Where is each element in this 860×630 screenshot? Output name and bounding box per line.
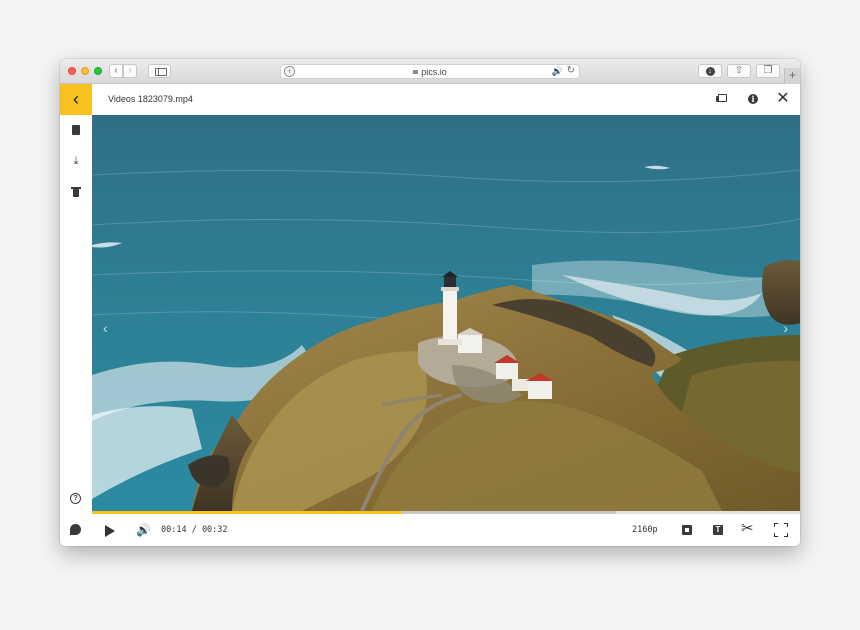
share-icon: ⇧ [734,65,744,76]
info-glyph: i [748,94,758,104]
back-arrow-icon: ‹ [73,89,79,109]
viewer-header: Videos 1823079.mp4 i ✕ [92,84,800,115]
caption-glyph: T [715,525,721,534]
file-name: Videos 1823079.mp4 [108,94,193,104]
close-icon[interactable]: ✕ [776,91,790,107]
time-display: 00:14 / 00:32 [161,525,228,535]
back-button[interactable]: ‹ [109,64,123,78]
download-icon[interactable]: ⤓ [70,155,82,167]
viewer-back-button[interactable]: ‹ [60,84,92,115]
lock-icon [413,70,419,74]
forward-button[interactable]: › [123,64,137,78]
zoom-window-button[interactable] [94,67,102,75]
minimize-window-button[interactable] [81,67,89,75]
close-window-button[interactable] [68,67,76,75]
tool-sidebar: ⤓ ? [60,115,92,546]
downloads-icon: ↓ [705,67,715,76]
copy-icon[interactable] [713,92,727,106]
tabs-button[interactable]: ❐ [756,64,780,78]
scissors-icon[interactable]: ✂ [741,521,757,537]
next-item-icon[interactable]: › [783,320,788,336]
help-icon[interactable]: ? [70,493,82,505]
fullscreen-icon[interactable] [774,523,788,537]
url-text: pics.io [421,67,447,77]
chat-icon[interactable] [70,524,82,536]
new-tab-button[interactable]: + [784,68,800,84]
video-still-aerial-lighthouse [92,115,800,511]
keeper-house [496,363,518,379]
file-icon[interactable] [70,125,82,137]
lighthouse-tower [443,287,457,341]
caption-icon[interactable]: T [712,524,724,536]
help-glyph: ? [70,493,81,504]
audio-playing-icon[interactable]: 🔊 [552,66,563,77]
snapshot-icon[interactable] [681,524,693,536]
volume-icon[interactable]: 🔊 [136,523,151,537]
forward-icon: › [128,65,132,76]
video-frame[interactable]: ‹ › [92,115,800,511]
trash-icon[interactable] [70,186,82,198]
play-icon[interactable] [105,525,115,537]
share-button[interactable]: ⇧ [727,64,751,78]
quality-selector[interactable]: 2160p [632,525,658,535]
downloads-button[interactable]: ↓ [698,64,722,78]
player-controls: 🔊 00:14 / 00:32 2160p T ✂ [92,514,800,546]
browser-window: ‹ › + pics.io 🔊 ↻ ↓ ⇧ ❐ + ‹ Videos 18230… [60,59,800,546]
info-icon[interactable]: i [746,92,760,106]
address-text: pics.io [281,67,579,77]
sidebar-toggle-button[interactable] [148,64,171,78]
reload-icon[interactable]: ↻ [567,65,575,76]
tabs-icon: ❐ [763,65,773,76]
new-tab-icon: + [788,68,796,82]
browser-toolbar: ‹ › + pics.io 🔊 ↻ ↓ ⇧ ❐ + [60,59,800,84]
previous-item-icon[interactable]: ‹ [103,320,108,336]
address-bar[interactable]: + pics.io 🔊 ↻ [280,64,580,79]
back-icon: ‹ [114,65,118,76]
